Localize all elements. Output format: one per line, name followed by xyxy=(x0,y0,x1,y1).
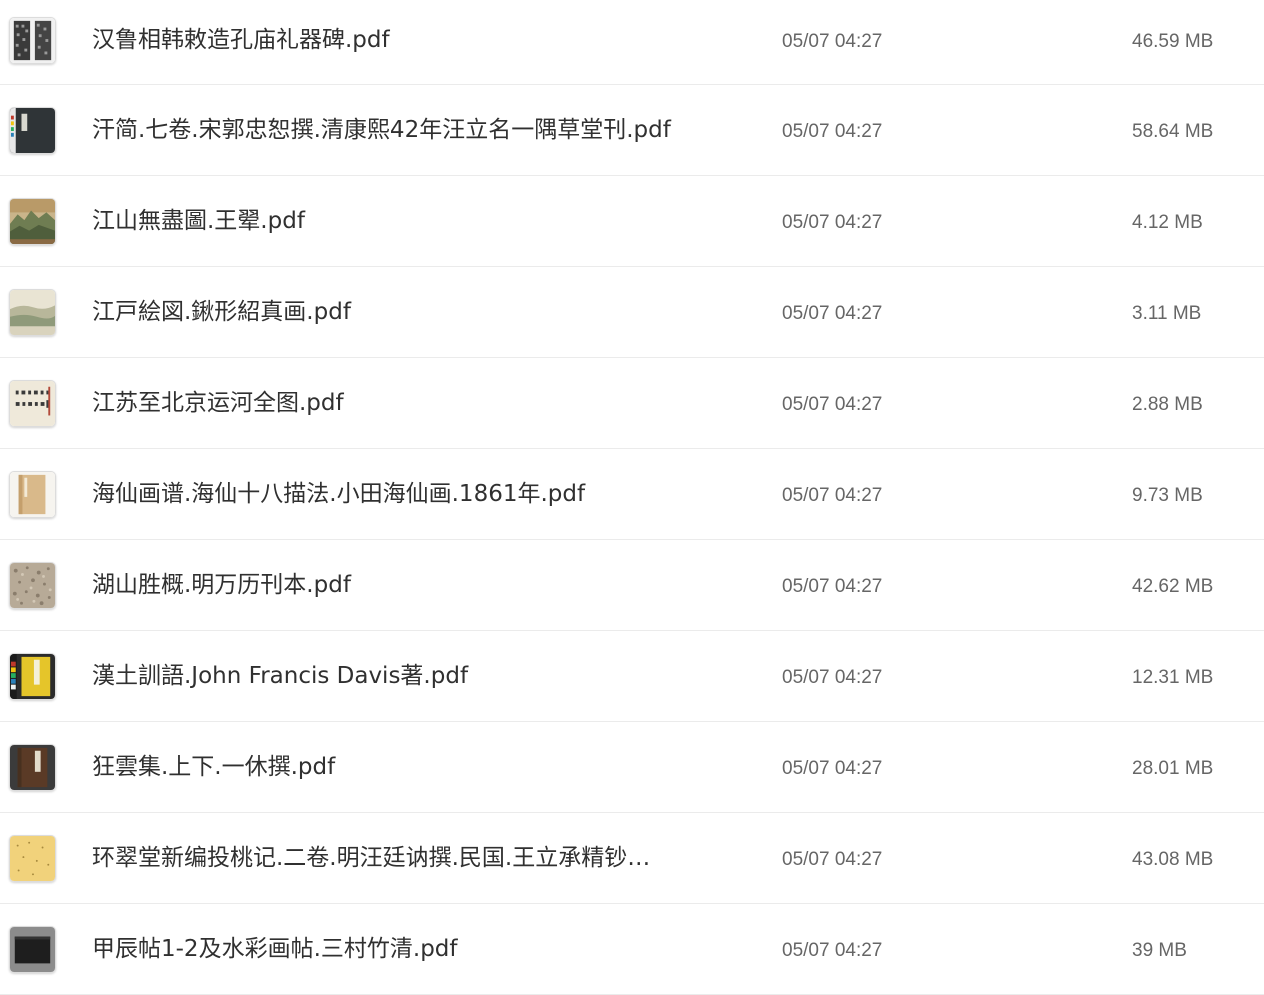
brown-book-thumbnail xyxy=(9,744,56,791)
file-row[interactable]: 江苏至北京运河全图.pdf 05/07 04:27 2.88 MB xyxy=(0,358,1264,449)
file-size: 42.62 MB xyxy=(1132,576,1214,597)
file-name[interactable]: 江山無盡圖.王翚.pdf xyxy=(92,206,692,236)
file-row[interactable]: 漢土訓語.John Francis Davis著.pdf 05/07 04:27… xyxy=(0,631,1264,722)
file-size: 43.08 MB xyxy=(1132,849,1214,870)
black-album-thumbnail xyxy=(9,926,56,973)
dark-book-cover-thumbnail xyxy=(9,107,56,154)
file-name[interactable]: 汗简.七卷.宋郭忠恕撰.清康熙42年汪立名一隅草堂刊.pdf xyxy=(92,115,692,145)
file-modified-time: 05/07 04:27 xyxy=(782,576,883,597)
file-row[interactable]: 狂雲集.上下.一休撰.pdf 05/07 04:27 28.01 MB xyxy=(0,722,1264,813)
file-row[interactable]: 江戸絵図.鍬形紹真画.pdf 05/07 04:27 3.11 MB xyxy=(0,267,1264,358)
file-row[interactable]: 汗简.七卷.宋郭忠恕撰.清康熙42年汪立名一隅草堂刊.pdf 05/07 04:… xyxy=(0,85,1264,176)
tan-book-cover-thumbnail xyxy=(9,471,56,518)
calligraphy-title-thumbnail xyxy=(9,380,56,427)
file-row[interactable]: 海仙画谱.海仙十八描法.小田海仙画.1861年.pdf 05/07 04:27 … xyxy=(0,449,1264,540)
file-size: 12.31 MB xyxy=(1132,667,1214,688)
file-name[interactable]: 汉鲁相韩敕造孔庙礼器碑.pdf xyxy=(92,25,692,55)
file-name[interactable]: 甲辰帖1-2及水彩画帖.三村竹清.pdf xyxy=(92,934,692,964)
file-size: 46.59 MB xyxy=(1132,31,1214,52)
file-size: 9.73 MB xyxy=(1132,485,1203,506)
yellow-cover-colorbar-thumbnail xyxy=(9,653,56,700)
gold-speckled-paper-thumbnail xyxy=(9,835,56,882)
file-name[interactable]: 江苏至北京运河全图.pdf xyxy=(92,388,692,418)
file-row[interactable]: 甲辰帖1-2及水彩画帖.三村竹清.pdf 05/07 04:27 39 MB xyxy=(0,904,1264,995)
file-name[interactable]: 江戸絵図.鍬形紹真画.pdf xyxy=(92,297,692,327)
landscape-scroll-thumbnail xyxy=(9,198,56,245)
file-row[interactable]: 汉鲁相韩敕造孔庙礼器碑.pdf 05/07 04:27 46.59 MB xyxy=(0,0,1264,85)
file-row[interactable]: 江山無盡圖.王翚.pdf 05/07 04:27 4.12 MB xyxy=(0,176,1264,267)
file-modified-time: 05/07 04:27 xyxy=(782,121,883,142)
file-row[interactable]: 环翠堂新编投桃记.二卷.明汪廷讷撰.民国.王立承精钞… 05/07 04:27 … xyxy=(0,813,1264,904)
file-modified-time: 05/07 04:27 xyxy=(782,758,883,779)
file-name[interactable]: 海仙画谱.海仙十八描法.小田海仙画.1861年.pdf xyxy=(92,479,692,509)
file-modified-time: 05/07 04:27 xyxy=(782,667,883,688)
file-name[interactable]: 漢土訓語.John Francis Davis著.pdf xyxy=(92,661,692,691)
file-size: 3.11 MB xyxy=(1132,303,1202,324)
file-modified-time: 05/07 04:27 xyxy=(782,303,883,324)
file-size: 39 MB xyxy=(1132,940,1187,961)
file-modified-time: 05/07 04:27 xyxy=(782,940,883,961)
file-size: 28.01 MB xyxy=(1132,758,1214,779)
speckled-paper-thumbnail xyxy=(9,562,56,609)
file-row[interactable]: 湖山胜概.明万历刊本.pdf 05/07 04:27 42.62 MB xyxy=(0,540,1264,631)
stele-rubbing-thumbnail xyxy=(9,17,56,64)
file-modified-time: 05/07 04:27 xyxy=(782,849,883,870)
file-name[interactable]: 环翠堂新编投桃记.二卷.明汪廷讷撰.民国.王立承精钞… xyxy=(92,843,692,873)
file-name[interactable]: 狂雲集.上下.一休撰.pdf xyxy=(92,752,692,782)
file-name[interactable]: 湖山胜概.明万历刊本.pdf xyxy=(92,570,692,600)
panoramic-map-thumbnail xyxy=(9,289,56,336)
file-size: 4.12 MB xyxy=(1132,212,1203,233)
file-modified-time: 05/07 04:27 xyxy=(782,31,883,52)
file-modified-time: 05/07 04:27 xyxy=(782,485,883,506)
file-size: 2.88 MB xyxy=(1132,394,1203,415)
file-size: 58.64 MB xyxy=(1132,121,1214,142)
file-modified-time: 05/07 04:27 xyxy=(782,394,883,415)
file-modified-time: 05/07 04:27 xyxy=(782,212,883,233)
file-list: 汉鲁相韩敕造孔庙礼器碑.pdf 05/07 04:27 46.59 MB 汗简.… xyxy=(0,0,1264,995)
